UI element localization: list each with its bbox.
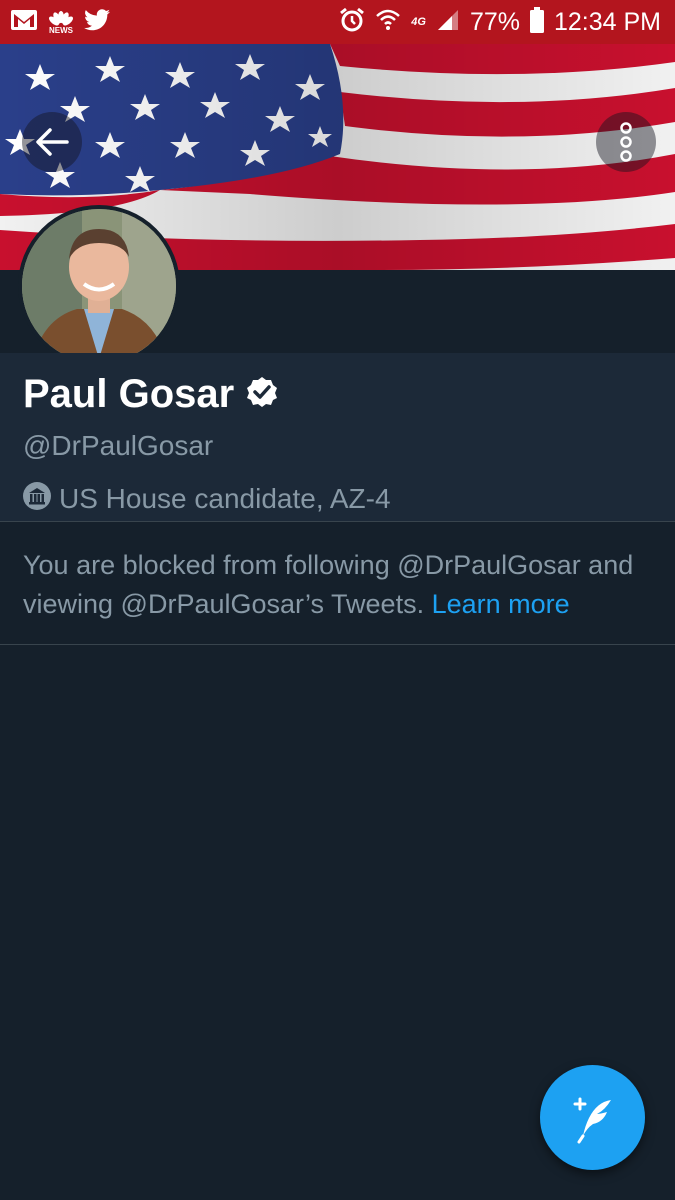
profile-bio-row: US House candidate, AZ-4 [23,482,391,515]
profile-handle: @DrPaulGosar [23,430,214,461]
signal-icon [436,8,460,37]
back-button[interactable] [22,112,82,172]
status-bar-system: 4G 77% 12:34 PM [339,5,661,39]
avatar[interactable] [18,205,180,367]
gmail-icon [10,9,38,36]
profile-name-row: Paul Gosar [23,372,278,417]
alarm-icon [339,7,365,38]
government-building-icon [23,482,51,515]
divider-top [0,521,675,522]
compose-feather-icon [573,1097,611,1143]
nbc-news-icon: NEWS [48,10,74,35]
verified-badge-icon [246,376,278,413]
status-bar-notifications: NEWS [10,9,110,36]
battery-percent: 77% [469,8,520,36]
battery-icon [529,6,544,38]
learn-more-link[interactable]: Learn more [432,589,570,619]
more-options-button[interactable] [596,112,656,172]
arrow-left-icon [36,128,69,156]
blocked-notice: You are blocked from following @DrPaulGo… [23,546,663,624]
clock: 12:34 PM [553,8,661,36]
wifi-icon [375,8,401,37]
status-bar: NEWS 4G 77% 12:34 PM [0,0,675,44]
compose-tweet-button[interactable] [540,1065,645,1170]
profile-name: Paul Gosar [23,372,235,416]
profile-bio: US House candidate, AZ-4 [59,482,391,514]
4g-icon: 4G [411,16,426,28]
avatar-photo [22,209,176,363]
divider-bottom [0,644,675,645]
twitter-icon [84,9,110,36]
nbc-news-label: NEWS [49,25,73,35]
more-vertical-icon [620,122,632,162]
